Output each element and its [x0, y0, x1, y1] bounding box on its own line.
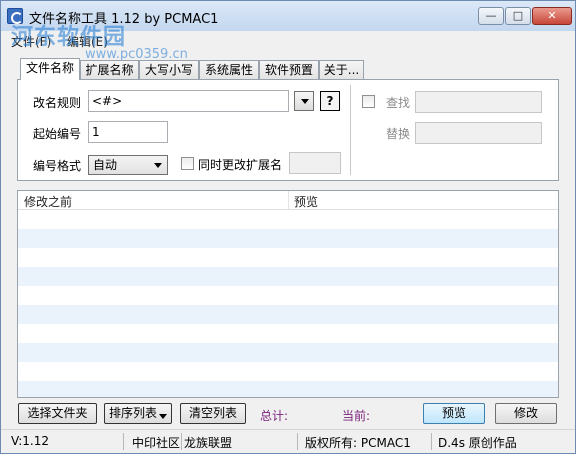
- list-header: 修改之前 预览: [18, 191, 558, 210]
- sort-list-label: 排序列表: [108, 406, 157, 420]
- number-format-label: 编号格式: [33, 159, 82, 173]
- file-list[interactable]: 修改之前 预览: [17, 190, 559, 398]
- chevron-down-icon: [159, 414, 167, 419]
- tab-extension[interactable]: 扩展名称: [80, 60, 139, 80]
- sort-list-button[interactable]: 排序列表: [104, 403, 172, 424]
- status-separator: [431, 433, 432, 450]
- list-row-stripe: [18, 229, 558, 248]
- main-window: 文件名称工具 1.12 by PCMAC1 — □ ✕ 文件(F) 编辑(E) …: [0, 0, 576, 454]
- start-number-input[interactable]: 1: [88, 121, 168, 143]
- number-format-value: 自动: [93, 158, 118, 172]
- help-button[interactable]: ?: [320, 91, 340, 111]
- find-input[interactable]: [415, 91, 542, 113]
- maximize-button[interactable]: □: [505, 7, 531, 25]
- start-number-label: 起始编号: [33, 127, 82, 141]
- close-icon: ✕: [547, 9, 557, 22]
- minimize-icon: —: [485, 9, 497, 22]
- column-before[interactable]: 修改之前: [24, 193, 72, 210]
- status-separator: [123, 433, 124, 450]
- current-label: 当前:: [342, 409, 371, 423]
- change-ext-checkbox[interactable]: [181, 157, 194, 170]
- tab-presets[interactable]: 软件预置: [259, 60, 319, 80]
- status-separator: [297, 433, 298, 450]
- list-row-stripe: [18, 305, 558, 324]
- number-format-select[interactable]: 自动: [88, 155, 168, 175]
- list-row-stripe: [18, 381, 558, 397]
- rename-rule-label: 改名规则: [33, 96, 82, 110]
- close-button[interactable]: ✕: [532, 7, 572, 25]
- modify-button[interactable]: 修改: [495, 403, 557, 424]
- select-folder-button[interactable]: 选择文件夹: [18, 403, 97, 424]
- replace-input[interactable]: [415, 122, 542, 144]
- tab-file-name[interactable]: 文件名称: [20, 58, 80, 80]
- chevron-down-icon: [154, 163, 162, 168]
- panel-divider: [350, 85, 351, 175]
- change-ext-label: 同时更改扩展名: [198, 158, 283, 172]
- replace-label: 替换: [386, 127, 411, 141]
- maximize-icon: □: [512, 9, 524, 22]
- tab-attributes[interactable]: 系统属性: [199, 60, 259, 80]
- copyright-text: 版权所有: PCMAC1: [305, 436, 411, 450]
- credit-text: D.4s 原创作品: [438, 436, 517, 450]
- version-text: V:1.12: [11, 434, 49, 448]
- rename-rule-input[interactable]: <#>: [88, 90, 289, 112]
- preview-button[interactable]: 预览: [423, 403, 485, 424]
- rename-rule-dropdown-button[interactable]: [294, 91, 314, 111]
- minimize-button[interactable]: —: [478, 7, 504, 25]
- status-bar: V:1.12 中印社区 龙族联盟 版权所有: PCMAC1 D.4s 原创作品: [1, 429, 575, 453]
- clear-list-button[interactable]: 清空列表: [180, 403, 246, 424]
- list-row-stripe: [18, 267, 558, 286]
- column-divider[interactable]: [288, 191, 289, 210]
- community-link[interactable]: 中印社区: [132, 434, 180, 451]
- change-ext-input[interactable]: [289, 152, 341, 174]
- chevron-down-icon: [301, 99, 309, 104]
- find-checkbox[interactable]: [362, 95, 375, 108]
- column-preview[interactable]: 预览: [294, 193, 318, 210]
- total-count-label: 总计:: [260, 409, 289, 423]
- status-separator: [181, 433, 182, 450]
- find-label: 查找: [386, 96, 411, 110]
- list-row-stripe: [18, 343, 558, 362]
- action-bar: 选择文件夹 排序列表 清空列表 总计: 当前: 预览 修改: [1, 403, 575, 425]
- tab-about[interactable]: 关于...: [319, 60, 364, 80]
- tab-case[interactable]: 大写小写: [139, 60, 199, 80]
- group-link[interactable]: 龙族联盟: [184, 434, 232, 451]
